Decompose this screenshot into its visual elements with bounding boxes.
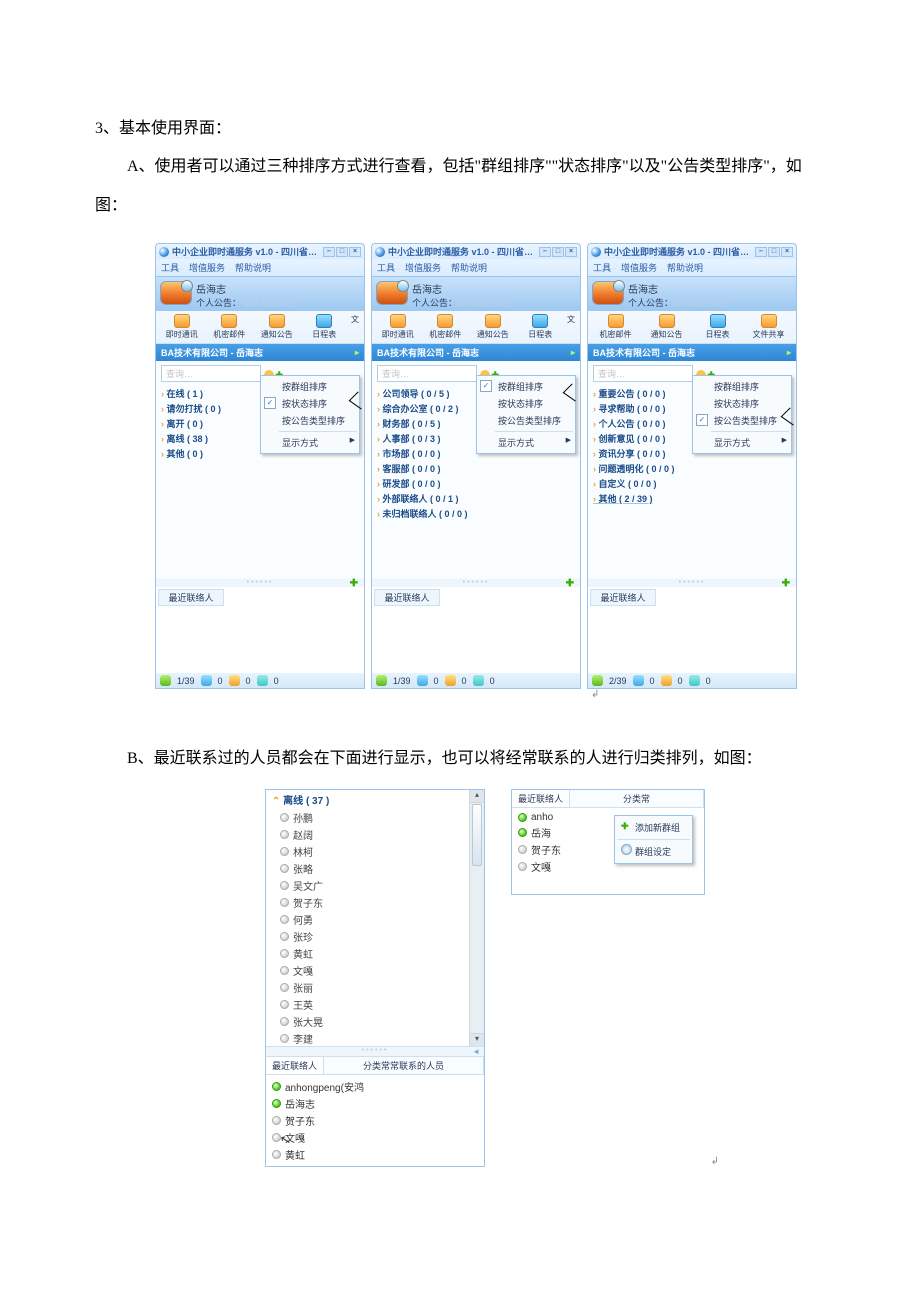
recent-panel: 最近联络人 [155, 587, 365, 673]
contact-item[interactable]: 王英 [280, 996, 478, 1013]
app-window-group-sort: 中小企业即时通服务 v1.0 - 四川省中…–□× 工具增值服务帮助说明 岳海志… [371, 243, 581, 700]
ctx-by-notice[interactable]: 按公告类型排序 [495, 412, 573, 429]
ctx-group-settings[interactable]: 群组设定 [617, 839, 690, 861]
contact-item[interactable]: anhongpeng(安鸿 [272, 1078, 478, 1095]
ctx-by-notice[interactable]: 按公告类型排序 [279, 412, 357, 429]
sort-context-menu[interactable]: 按群组排序 ✓按状态排序 按公告类型排序 显示方式▶ [260, 375, 360, 454]
ctx-by-group[interactable]: ✓按群组排序 [495, 378, 573, 395]
ctx-by-group[interactable]: 按群组排序 [279, 378, 357, 395]
menu-addon[interactable]: 增值服务 [189, 261, 225, 274]
ctx-display[interactable]: 显示方式▶ [279, 431, 357, 451]
contact-item[interactable]: 张略 [280, 860, 478, 877]
tab-recent[interactable]: 最近联络人 [266, 1057, 324, 1074]
group-item[interactable]: 其他 ( 2 / 39 ) [593, 491, 791, 506]
splitter[interactable]: ••••••✚ [155, 579, 365, 587]
search-input[interactable]: 查询… [161, 365, 261, 382]
titlebar: 中小企业即时通服务 v1.0 - 四川省中… –□× [155, 243, 365, 259]
group-item[interactable]: 自定义 ( 0 / 0 ) [593, 476, 791, 491]
nav-schedule[interactable]: 日程表 [301, 314, 349, 340]
nav-notice[interactable]: 通知公告 [253, 314, 301, 340]
group-item[interactable]: 问题透明化 ( 0 / 0 ) [593, 461, 791, 476]
scrollbar[interactable]: ▴ ▾ [469, 790, 484, 1046]
splitter[interactable]: •••••• [266, 1046, 484, 1057]
ctx-add-group[interactable]: ✚添加新群组 [617, 818, 690, 837]
status-icon [229, 675, 240, 686]
contact-item[interactable]: 贺子东 [272, 1112, 478, 1129]
ctx-by-status[interactable]: ✓按状态排序 [279, 395, 357, 412]
status-bar: 1/39 0 0 0 [155, 673, 365, 689]
window-title: 中小企业即时通服务 v1.0 - 四川省中… [172, 245, 323, 258]
nav-im[interactable]: 即时通讯 [158, 314, 206, 340]
ctx-by-status[interactable]: 按状态排序 [711, 395, 789, 412]
contact-item[interactable]: 李建 [280, 1030, 478, 1046]
app-icon [159, 247, 169, 257]
company-bar[interactable]: BA技术有限公司 - 岳海志▸ [155, 344, 365, 361]
ctx-by-status[interactable]: 按状态排序 [495, 395, 573, 412]
contact-item[interactable]: 黄虹 [280, 945, 478, 962]
app-window-notice-sort: 中小企业即时通服务 v1.0 - 四川省中…–□× 工具增值服务帮助说明 岳海志… [587, 243, 797, 700]
nav-more[interactable]: 文 [348, 314, 362, 340]
contact-item[interactable]: 吴文广 [280, 877, 478, 894]
tab-recent[interactable]: 最近联络人 [512, 790, 570, 807]
screenshot-row-a: 中小企业即时通服务 v1.0 - 四川省中… –□× 工具 增值服务 帮助说明 … [95, 225, 830, 700]
announce-label: 个人公告： [196, 298, 241, 308]
contact-item[interactable]: 文嘎 [280, 962, 478, 979]
recent-tabs[interactable]: 最近联络人 分类常常联系的人员 [266, 1057, 484, 1075]
contact-item[interactable]: 黄虹 [272, 1146, 478, 1163]
recent-list: ↖ anhongpeng(安鸿岳海志贺子东文嘎黄虹 [266, 1075, 484, 1166]
contact-list: 查询… ✚ 在线 ( 1 )请勿打扰 ( 0 )离开 ( 0 )离线 ( 38 … [155, 361, 365, 579]
offline-panel-with-recent: 离线 ( 37 ) 孙鹏赵阔林柯张略吴文广贺子东何勇张珍黄虹文嘎张丽王英张大晃李… [265, 789, 485, 1167]
menu-help[interactable]: 帮助说明 [235, 261, 271, 274]
announce-hint: 输入您的公告 [244, 298, 298, 308]
group-item[interactable]: 客服部 ( 0 / 0 ) [377, 461, 575, 476]
status-online-icon [160, 675, 171, 686]
contact-item[interactable]: 岳海志 [272, 1095, 478, 1112]
ctx-display[interactable]: 显示方式▶ [495, 431, 573, 451]
group-item[interactable]: 研发部 ( 0 / 0 ) [377, 476, 575, 491]
contact-item[interactable]: 孙鹏 [280, 809, 478, 826]
group-item[interactable]: 未归档联络人 ( 0 / 0 ) [377, 506, 575, 521]
group-context-menu[interactable]: ✚添加新群组 群组设定 [614, 815, 693, 864]
menu-bar[interactable]: 工具 增值服务 帮助说明 [155, 259, 365, 277]
user-name: 岳海志 [196, 281, 360, 296]
avatar[interactable] [160, 281, 192, 305]
nav-secret[interactable]: 机密邮件 [206, 314, 254, 340]
contact-item[interactable]: 文嘎 [272, 1129, 478, 1146]
status-icon [201, 675, 212, 686]
contact-item[interactable]: 贺子东 [280, 894, 478, 911]
status-count: 1/39 [177, 676, 195, 686]
user-row: 岳海志 个人公告： 输入您的公告 [155, 277, 365, 311]
ctx-display[interactable]: 显示方式▶ [711, 431, 789, 451]
main-nav[interactable]: 即时通讯 机密邮件 通知公告 日程表 文 [155, 311, 365, 344]
status-icon [257, 675, 268, 686]
paragraph-b: B、最近联系过的人员都会在下面进行显示，也可以将经常联系的人进行归类排列，如图： [95, 740, 830, 778]
return-mark: ↲ [711, 1156, 719, 1167]
offline-list: 离线 ( 37 ) 孙鹏赵阔林柯张略吴文广贺子东何勇张珍黄虹文嘎张丽王英张大晃李… [266, 790, 484, 1046]
scroll-thumb[interactable] [472, 804, 482, 866]
return-mark: ↲ [591, 689, 599, 700]
tab-frequent[interactable]: 分类常常联系的人员 [324, 1057, 484, 1074]
heading-3: 3、基本使用界面： [95, 110, 830, 148]
contact-item[interactable]: 林柯 [280, 843, 478, 860]
user-announcement[interactable]: 个人公告： 输入您的公告 [196, 296, 360, 309]
contact-item[interactable]: 张珍 [280, 928, 478, 945]
group-item[interactable]: 外部联络人 ( 0 / 1 ) [377, 491, 575, 506]
window-controls[interactable]: –□× [323, 247, 361, 257]
screenshot-row-b: 离线 ( 37 ) 孙鹏赵阔林柯张略吴文广贺子东何勇张珍黄虹文嘎张丽王英张大晃李… [95, 779, 830, 1167]
contact-item[interactable]: 张丽 [280, 979, 478, 996]
menu-tools[interactable]: 工具 [161, 261, 179, 274]
paragraph-a: A、使用者可以通过三种排序方式进行查看，包括"群组排序""状态排序"以及"公告类… [95, 148, 830, 225]
recent-header[interactable]: 最近联络人 [158, 589, 224, 606]
ctx-by-notice[interactable]: ✓按公告类型排序 [711, 412, 789, 429]
app-window-status-sort: 中小企业即时通服务 v1.0 - 四川省中… –□× 工具 增值服务 帮助说明 … [155, 243, 365, 700]
contact-item[interactable]: 张大晃 [280, 1013, 478, 1030]
contact-item[interactable]: 赵阔 [280, 826, 478, 843]
offline-header[interactable]: 离线 ( 37 ) [266, 790, 484, 809]
ctx-by-group[interactable]: 按群组排序 [711, 378, 789, 395]
gear-icon [621, 844, 632, 855]
contact-item[interactable]: 何勇 [280, 911, 478, 928]
tab-frequent[interactable]: 分类常 [570, 790, 704, 807]
recent-panel-right: 最近联络人 分类常 anho岳海贺子东文嘎 ✚添加新群组 群组设定 ↲ [511, 789, 705, 1167]
